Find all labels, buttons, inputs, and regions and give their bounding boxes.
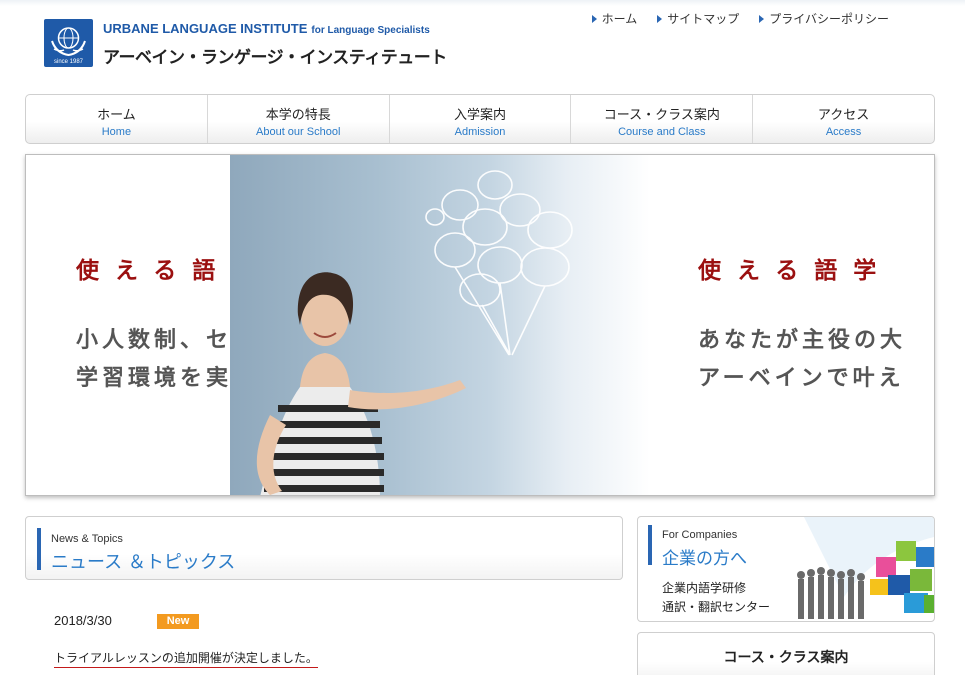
nav-item-course[interactable]: コース・クラス案内 Course and Class xyxy=(571,95,754,143)
new-badge: New xyxy=(157,614,199,629)
arrow-right-icon xyxy=(657,14,663,23)
util-link-label: サイトマップ xyxy=(667,12,740,26)
companies-heading-jp: 企業の方へ xyxy=(662,549,747,569)
nav-item-admission[interactable]: 入学案内 Admission xyxy=(390,95,572,143)
arrow-right-icon xyxy=(759,14,765,23)
brand-en-main: URBANE LANGUAGE INSTITUTE xyxy=(103,21,308,36)
util-link-sitemap[interactable]: サイトマップ xyxy=(657,10,739,27)
brand-name-en: URBANE LANGUAGE INSTITUTE for Language Sp… xyxy=(103,21,430,36)
companies-line1: 企業内語学研修 xyxy=(662,581,747,595)
nav-item-access[interactable]: アクセス Access xyxy=(753,95,934,143)
hero-right-line1: あなたが主役の大 xyxy=(698,327,907,353)
hero-right-title: 使える語学 xyxy=(698,257,893,284)
top-band xyxy=(0,0,965,6)
news-heading-en: News & Topics xyxy=(51,533,123,545)
news-heading-jp: ニュース ＆トピックス xyxy=(51,552,236,573)
logo[interactable]: since 1987 xyxy=(44,19,93,67)
util-link-label: プライバシーポリシー xyxy=(769,12,889,26)
hero-left-line2: 学習環境を実 xyxy=(76,365,233,391)
news-header: News & Topics ニュース ＆トピックス xyxy=(25,516,623,580)
nav-label-en: Course and Class xyxy=(618,126,706,138)
course-box-title[interactable]: コース・クラス案内 xyxy=(637,632,935,675)
news-date: 2018/3/30 xyxy=(54,613,112,628)
arrow-right-icon xyxy=(591,14,597,23)
nav-label-jp: コース・クラス案内 xyxy=(603,108,720,123)
news-item-link[interactable]: トライアルレッスンの追加開催が決定しました。 xyxy=(54,649,318,668)
hero-right-line2: アーベインで叶え xyxy=(698,365,905,391)
nav-label-jp: アクセス xyxy=(817,108,870,123)
brand-name-jp: アーベイン・ランゲージ・インスティテュート xyxy=(103,48,447,68)
util-link-home[interactable]: ホーム xyxy=(591,10,638,27)
business-puzzle-image xyxy=(797,517,934,619)
nav-label-jp: 本学の特長 xyxy=(265,108,331,123)
logo-year: since 1987 xyxy=(53,59,84,65)
nav-item-about[interactable]: 本学の特長 About our School xyxy=(208,95,390,143)
nav-label-jp: 入学案内 xyxy=(453,108,506,123)
heading-accent-bar xyxy=(648,525,652,565)
util-link-label: ホーム xyxy=(601,12,638,26)
heading-accent-bar xyxy=(37,528,41,570)
nav-label-en: Home xyxy=(101,126,132,138)
global-nav: ホーム Home 本学の特長 About our School 入学案内 Admiss… xyxy=(25,94,935,144)
companies-banner[interactable]: For Companies 企業の方へ 企業内語学研修 通訳・翻訳センター xyxy=(637,516,935,622)
hero-left-title: 使える語 xyxy=(76,257,232,284)
hero-photo xyxy=(230,155,650,495)
nav-label-en: Admission xyxy=(454,126,506,138)
nav-label-jp: ホーム xyxy=(97,108,136,123)
nav-label-en: About our School xyxy=(256,126,341,138)
nav-item-home[interactable]: ホーム Home xyxy=(26,95,208,143)
woman-balloons-image xyxy=(256,170,573,495)
brand-en-sub: for Language Specialists xyxy=(311,25,430,36)
hero-slider[interactable]: 使える語 小人数制、セミ 学習環境を実 使える語学 あなたが主役の大 アーベイン… xyxy=(25,154,935,496)
utility-nav: ホーム サイトマップ プライバシーポリシー xyxy=(591,10,889,27)
companies-heading-en: For Companies xyxy=(662,529,738,541)
util-link-privacy[interactable]: プライバシーポリシー xyxy=(759,10,889,27)
companies-line2: 通訳・翻訳センター xyxy=(662,600,771,614)
nav-label-en: Access xyxy=(825,126,862,138)
